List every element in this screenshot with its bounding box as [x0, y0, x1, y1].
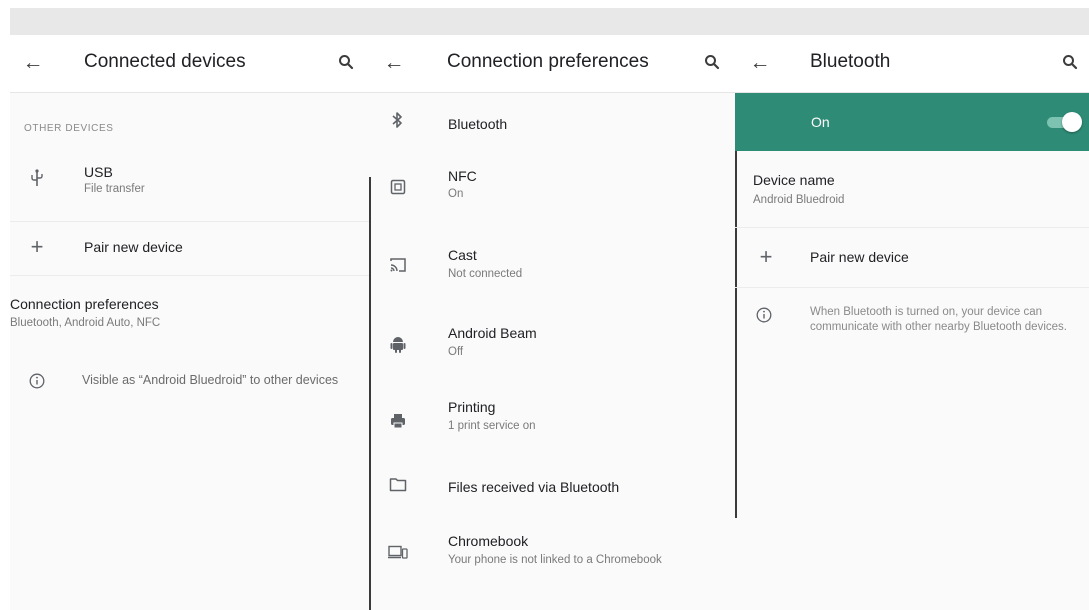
- usb-label: USB: [84, 164, 113, 180]
- pair-new-device-item[interactable]: + Pair new device: [735, 237, 1089, 277]
- printing-summary: 1 print service on: [448, 420, 536, 432]
- cast-summary: Not connected: [448, 268, 523, 280]
- back-arrow-icon[interactable]: ←: [18, 49, 48, 77]
- cast-label: Cast: [448, 247, 477, 263]
- page-title: Bluetooth: [810, 51, 891, 72]
- pair-new-device-item[interactable]: + Pair new device: [10, 227, 369, 267]
- plus-icon: +: [759, 244, 773, 269]
- search-icon[interactable]: [333, 49, 359, 77]
- cast-icon: [385, 253, 411, 279]
- chromebook-label: Chromebook: [448, 533, 529, 549]
- info-icon: [24, 369, 50, 395]
- window-top-bar: [10, 8, 1089, 35]
- divider: [10, 275, 369, 276]
- usb-icon: [24, 165, 50, 191]
- divider: [735, 227, 1089, 228]
- bluetooth-item[interactable]: Bluetooth: [369, 97, 735, 149]
- files-received-label: Files received via Bluetooth: [448, 479, 620, 495]
- cast-item[interactable]: Cast Not connected: [369, 237, 735, 293]
- divider: [10, 221, 369, 222]
- bluetooth-state-label: On: [811, 114, 830, 130]
- files-received-item[interactable]: Files received via Bluetooth: [369, 469, 735, 505]
- bluetooth-master-switch-bar[interactable]: On: [735, 93, 1089, 151]
- visibility-info: Visible as “Android Bluedroid” to other …: [10, 367, 369, 407]
- bluetooth-info-text: When Bluetooth is turned on, your device…: [810, 306, 1067, 333]
- bluetooth-icon: [384, 107, 410, 133]
- nfc-label: NFC: [448, 168, 477, 184]
- chromebook-item[interactable]: Chromebook Your phone is not linked to a…: [369, 525, 735, 581]
- device-name-label: Device name: [753, 172, 835, 188]
- device-name-value: Android Bluedroid: [753, 194, 845, 206]
- connected-devices-pane: ← Connected devices Other devices USB Fi…: [10, 35, 369, 610]
- connection-preferences-summary: Bluetooth, Android Auto, NFC: [10, 317, 161, 329]
- printing-label: Printing: [448, 399, 496, 415]
- android-icon: [385, 331, 411, 357]
- android-beam-item[interactable]: Android Beam Off: [369, 315, 735, 371]
- nfc-summary: On: [448, 188, 464, 200]
- folder-icon: [385, 473, 411, 499]
- chromebook-summary: Your phone is not linked to a Chromebook: [448, 554, 662, 566]
- nfc-item[interactable]: NFC On: [369, 159, 735, 215]
- pair-new-device-label: Pair new device: [84, 239, 183, 255]
- app-bar: ← Connection preferences: [369, 35, 735, 93]
- bluetooth-label: Bluetooth: [448, 116, 508, 132]
- device-name-item[interactable]: Device name Android Bluedroid: [735, 167, 1089, 219]
- printing-item[interactable]: Printing 1 print service on: [369, 393, 735, 449]
- pair-new-device-label: Pair new device: [810, 249, 909, 265]
- plus-icon: +: [30, 234, 44, 259]
- connection-preferences-label: Connection preferences: [10, 296, 159, 312]
- page-title: Connected devices: [84, 51, 246, 72]
- chromebook-icon: [385, 541, 411, 567]
- back-arrow-icon[interactable]: ←: [379, 49, 409, 77]
- usb-item[interactable]: USB File transfer: [10, 153, 369, 205]
- app-bar: ← Connected devices: [10, 35, 369, 93]
- divider: [735, 287, 1089, 288]
- bluetooth-pane: ← Bluetooth On Device name Android Blued…: [735, 35, 1089, 610]
- nfc-icon: [385, 175, 411, 201]
- back-arrow-icon[interactable]: ←: [745, 49, 775, 77]
- printer-icon: [385, 409, 411, 435]
- usb-summary: File transfer: [84, 183, 145, 195]
- info-icon: [751, 303, 777, 329]
- search-icon[interactable]: [1057, 49, 1083, 77]
- search-icon[interactable]: [699, 49, 725, 77]
- visibility-text: Visible as “Android Bluedroid” to other …: [82, 373, 339, 387]
- connection-preferences-pane: ← Connection preferences Bluetooth NFC O…: [369, 35, 735, 610]
- bluetooth-toggle[interactable]: [1045, 112, 1082, 132]
- section-header-other-devices: Other devices: [24, 123, 114, 134]
- bluetooth-info: When Bluetooth is turned on, your device…: [735, 303, 1089, 363]
- app-bar: ← Bluetooth: [735, 35, 1089, 93]
- toggle-thumb: [1062, 112, 1082, 132]
- android-beam-label: Android Beam: [448, 325, 537, 341]
- connection-preferences-item[interactable]: Connection preferences Bluetooth, Androi…: [10, 287, 369, 337]
- android-beam-summary: Off: [448, 346, 464, 358]
- page-title: Connection preferences: [447, 51, 649, 72]
